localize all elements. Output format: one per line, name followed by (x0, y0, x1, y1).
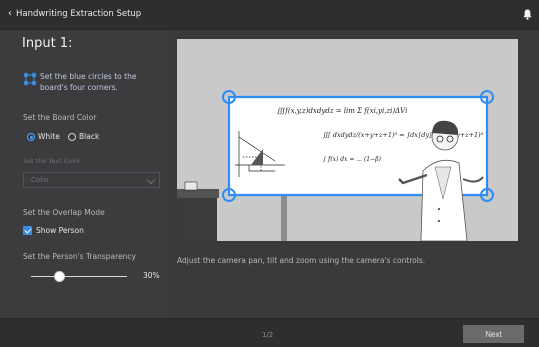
text-color-value: Color (31, 176, 50, 184)
corner-handles-icon (23, 72, 37, 86)
radio-black-label: Black (79, 132, 100, 141)
radio-black[interactable]: Black (68, 132, 99, 141)
svg-text:∭ dxdydz/(x+y+z+1)³ = ∫dx∫dy∫: ∭ dxdydz/(x+y+z+1)³ = ∫dx∫dy∫ dz/(x+y+z+… (323, 131, 484, 139)
bell-icon[interactable] (523, 9, 532, 20)
settings-panel: Input 1: Set the blue circles to the boa… (0, 30, 168, 318)
text-color-select[interactable]: Color (23, 172, 160, 188)
show-person-label: Show Person (36, 226, 84, 235)
radio-indicator[interactable] (68, 132, 76, 141)
radio-white[interactable]: White (27, 132, 60, 141)
page-title: Handwriting Extraction Setup (16, 9, 142, 19)
corner-instruction: Set the blue circles to the board's four… (40, 72, 137, 92)
camera-preview[interactable]: ∭f(x,y,z)dxdydz = lim Σ f(xi,yi,zi)ΔVi ∭… (177, 39, 518, 241)
back-chevron-icon[interactable]: ‹ (8, 8, 12, 19)
page-indicator: 1/2 (262, 331, 274, 339)
footer-bar: 1/2 Next (0, 318, 539, 347)
transparency-value: 30% (143, 271, 160, 280)
slider-knob[interactable] (54, 271, 66, 282)
transparency-label: Set the Person's Transparency (23, 252, 136, 261)
overlap-mode-label: Set the Overlap Mode (23, 208, 105, 217)
chevron-down-icon (146, 175, 156, 185)
desk-illustration (177, 181, 219, 241)
checkbox-checked-icon[interactable] (23, 226, 32, 235)
preview-caption: Adjust the camera pan, tilt and zoom usi… (177, 256, 426, 265)
transparency-slider[interactable] (31, 271, 127, 283)
next-button[interactable]: Next (463, 325, 524, 343)
svg-text:∫ f(x) dx = ... (1−β): ∫ f(x) dx = ... (1−β) (323, 156, 382, 163)
svg-text:∭f(x,y,z)dxdydz = lim Σ f(xi,y: ∭f(x,y,z)dxdydz = lim Σ f(xi,yi,zi)ΔVi (277, 107, 407, 115)
title-bar: ‹ Handwriting Extraction Setup (0, 0, 539, 30)
preview-scene: ∭f(x,y,z)dxdydz = lim Σ f(xi,yi,zi)ΔVi ∭… (177, 39, 518, 241)
radio-indicator-selected[interactable] (27, 132, 35, 141)
slider-track[interactable] (31, 276, 127, 277)
input-heading: Input 1: (22, 36, 73, 51)
radio-white-label: White (38, 132, 60, 141)
board-color-label: Set the Board Color (23, 113, 97, 122)
show-person-checkbox[interactable]: Show Person (23, 226, 84, 235)
text-color-label: Set the Text Color (23, 157, 81, 165)
